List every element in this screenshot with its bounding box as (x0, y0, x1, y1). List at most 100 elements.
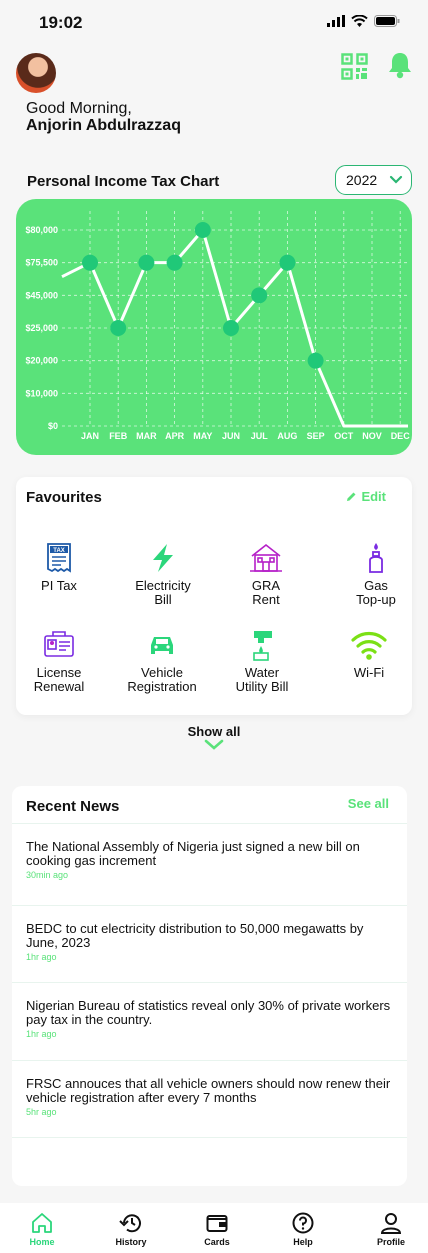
tab-home[interactable]: Home (12, 1212, 72, 1247)
tax-chart: $0 $10,000 $20,000 $25,000 $45,000 $75,500 $80… (16, 199, 412, 455)
favourite-wifi[interactable]: Wi-Fi (324, 628, 414, 680)
x-tick-label: AUG (277, 431, 297, 441)
y-tick-label: $75,500 (25, 258, 58, 268)
favourite-label-2: Utility Bill (235, 679, 289, 694)
news-text: FRSC annouces that all vehicle owners sh… (26, 1076, 391, 1105)
edit-button[interactable]: Edit (346, 489, 386, 504)
data-point (279, 254, 296, 271)
favourite-pi-tax[interactable]: TAX PI Tax (14, 541, 104, 593)
avatar[interactable] (16, 53, 56, 93)
greeting-text: Good Morning, (26, 100, 132, 117)
help-icon (292, 1212, 314, 1234)
favourite-label-2: Registration (127, 679, 197, 694)
x-tick-label: DEC (391, 431, 411, 441)
tab-history[interactable]: History (101, 1212, 161, 1247)
favourite-label-2: Bill (154, 592, 172, 607)
favourite-label: GRA (251, 578, 281, 593)
favourite-water-utility-bill[interactable]: Water Utility Bill (217, 628, 307, 694)
tab-cards[interactable]: Cards (187, 1212, 247, 1247)
show-all-label: Show all (187, 724, 241, 739)
favourite-label: PI Tax (41, 578, 77, 593)
tab-profile[interactable]: Profile (361, 1212, 421, 1247)
car-icon (151, 637, 173, 654)
svg-text:TAX: TAX (53, 548, 65, 554)
data-point (223, 320, 239, 336)
chart-title: Personal Income Tax Chart (27, 173, 220, 190)
data-point (82, 254, 98, 271)
signal-icon (327, 15, 345, 27)
pencil-icon (347, 492, 356, 501)
y-tick-label: $80,000 (25, 225, 58, 235)
favourite-gra-rent[interactable]: GRA Rent (221, 541, 311, 607)
chevron-down-icon (204, 739, 224, 750)
y-tick-label: $45,000 (25, 290, 58, 300)
user-name: Anjorin Abdulrazzaq (26, 117, 181, 134)
status-bar: 19:02 (0, 0, 428, 46)
favourite-label: Wi-Fi (353, 665, 385, 680)
news-item[interactable]: Nigerian Bureau of statistics reveal onl… (12, 982, 407, 1060)
gas-cylinder-icon (369, 543, 383, 573)
data-point (251, 287, 268, 304)
y-tick-label: $10,000 (25, 388, 58, 398)
qr-code-icon[interactable] (341, 53, 368, 80)
favourite-license-renewal[interactable]: License Renewal (14, 628, 104, 694)
data-point (307, 352, 324, 369)
x-tick-label: FEB (109, 431, 128, 441)
show-all-button[interactable]: Show all (0, 724, 428, 754)
x-tick-label: MAY (193, 431, 212, 441)
x-tick-label: OCT (334, 431, 354, 441)
favourite-label-2: Rent (252, 592, 280, 607)
news-age: 30min ago (26, 870, 69, 880)
bell-icon[interactable] (387, 51, 413, 79)
favourite-gas-topup[interactable]: Gas Top-up (331, 541, 421, 607)
chart-svg: $0 $10,000 $20,000 $25,000 $45,000 $75,500 $80… (25, 211, 411, 441)
news-item[interactable]: BEDC to cut electricity distribution to … (12, 905, 407, 983)
profile-icon (380, 1213, 402, 1234)
license-card-icon (44, 631, 74, 657)
chevron-down-icon (389, 175, 403, 184)
favourite-label: Vehicle (141, 665, 183, 680)
favourites-title: Favourites (26, 489, 102, 506)
news-item[interactable]: The National Assembly of Nigeria just si… (12, 823, 407, 901)
year-value: 2022 (346, 172, 378, 188)
tab-label: Profile (376, 1237, 405, 1247)
wallet-icon (206, 1215, 228, 1232)
news-text: BEDC to cut electricity distribution to … (26, 921, 364, 950)
battery-icon (374, 15, 400, 27)
house-icon (250, 543, 282, 572)
tab-label: Home (29, 1237, 55, 1247)
favourite-label: Gas (364, 578, 388, 593)
favourite-label-2: Top-up (356, 592, 396, 607)
status-time: 19:02 (39, 13, 83, 32)
water-tap-icon (253, 631, 272, 661)
see-all-link[interactable]: See all (348, 796, 389, 811)
news-item[interactable]: FRSC annouces that all vehicle owners sh… (12, 1060, 407, 1138)
data-point (110, 320, 127, 336)
y-tick-label: $20,000 (25, 356, 58, 366)
status-icons (327, 15, 400, 27)
data-point (194, 222, 211, 238)
x-tick-label: MAR (136, 431, 157, 441)
news-age: 1hr ago (26, 1029, 57, 1039)
news-text: Nigerian Bureau of statistics reveal onl… (26, 998, 391, 1027)
tab-label: Cards (204, 1237, 230, 1247)
tab-bar: Home History Cards Help Profile (0, 1203, 428, 1253)
wifi-icon (351, 632, 387, 660)
edit-label: Edit (361, 489, 386, 504)
wifi-status-icon (351, 15, 368, 27)
favourite-label: Electricity (135, 578, 191, 593)
favourite-electricity-bill[interactable]: Electricity Bill (118, 541, 208, 607)
tab-label: History (115, 1237, 147, 1247)
favourite-label-2: Renewal (33, 679, 85, 694)
news-text: The National Assembly of Nigeria just si… (26, 839, 360, 868)
favourite-vehicle-registration[interactable]: Vehicle Registration (117, 628, 207, 694)
data-point (166, 254, 183, 271)
x-tick-label: JUL (251, 431, 269, 441)
year-select[interactable]: 2022 (335, 165, 412, 195)
x-tick-label: JUN (222, 431, 240, 441)
x-tick-label: JAN (81, 431, 99, 441)
news-age: 5hr ago (26, 1107, 57, 1117)
tab-help[interactable]: Help (273, 1212, 333, 1247)
lightning-icon (153, 544, 173, 572)
favourite-label: License (36, 665, 82, 680)
